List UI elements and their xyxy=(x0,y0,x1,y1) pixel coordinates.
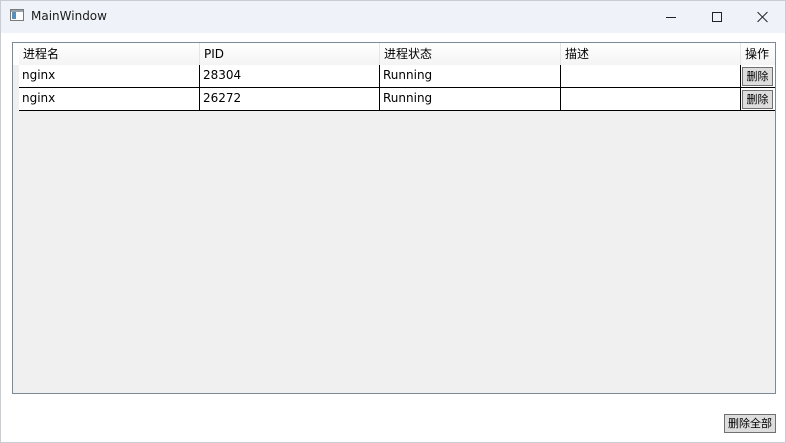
table-row[interactable]: nginx 28304 Running 删除 xyxy=(19,65,775,88)
delete-row-button[interactable]: 删除 xyxy=(742,67,773,86)
close-button[interactable] xyxy=(740,1,786,33)
cell-status[interactable]: Running xyxy=(380,88,561,110)
cell-process-name[interactable]: nginx xyxy=(19,88,200,110)
column-header-action[interactable]: 操作 xyxy=(741,43,775,65)
column-header-status[interactable]: 进程状态 xyxy=(380,43,561,65)
grid-header: 进程名 PID 进程状态 描述 操作 xyxy=(13,43,775,65)
column-header-description[interactable]: 描述 xyxy=(561,43,741,65)
column-header-pid[interactable]: PID xyxy=(200,43,380,65)
column-header-process-name[interactable]: 进程名 xyxy=(19,43,200,65)
app-window-icon xyxy=(10,9,24,21)
cell-pid[interactable]: 26272 xyxy=(200,88,380,110)
minimize-button[interactable] xyxy=(648,1,694,33)
close-icon xyxy=(757,11,769,23)
minimize-icon xyxy=(666,16,676,18)
window-title: MainWindow xyxy=(31,9,107,23)
cell-process-name[interactable]: nginx xyxy=(19,65,200,87)
title-bar[interactable]: MainWindow xyxy=(1,1,785,33)
process-data-grid[interactable]: 进程名 PID 进程状态 描述 操作 nginx 28304 Running 删… xyxy=(12,42,776,394)
cell-pid[interactable]: 28304 xyxy=(200,65,380,87)
cell-description[interactable] xyxy=(561,88,741,110)
maximize-button[interactable] xyxy=(694,1,740,33)
maximize-icon xyxy=(712,12,722,22)
main-window: MainWindow 进程名 PID 进程状态 描述 操作 nginx 2830… xyxy=(0,0,786,443)
cell-status[interactable]: Running xyxy=(380,65,561,87)
delete-all-button[interactable]: 删除全部 xyxy=(724,414,776,433)
cell-description[interactable] xyxy=(561,65,741,87)
table-row[interactable]: nginx 26272 Running 删除 xyxy=(19,88,775,111)
delete-row-button[interactable]: 删除 xyxy=(742,90,773,109)
